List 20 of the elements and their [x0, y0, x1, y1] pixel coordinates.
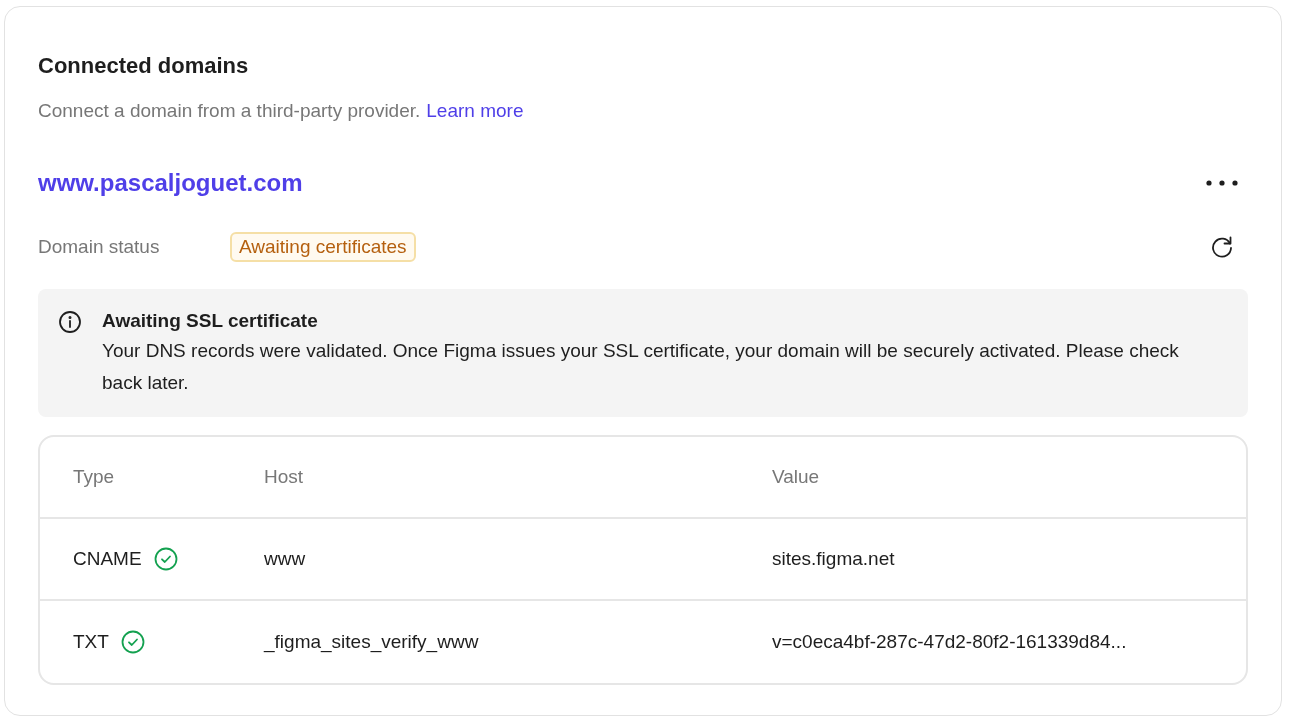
record-value: v=c0eca4bf-287c-47d2-80f2-161339d84...: [772, 630, 1127, 652]
column-header: Host: [264, 465, 304, 487]
info-icon: [58, 310, 82, 334]
alert-message: Your DNS records were validated. Once Figma issues your SSL certificate, your domain will be securely activated. Please check back later.: [102, 339, 1180, 395]
column-header: Type: [73, 465, 115, 487]
record-type: TXT: [73, 629, 109, 654]
domain-link[interactable]: www.pascaljoguet.com: [38, 167, 303, 199]
alert-title: Awaiting SSL certificate: [102, 309, 319, 333]
learn-more-link[interactable]: Learn more: [426, 97, 524, 125]
section-title: Connected domains: [38, 52, 250, 80]
record-host: _figma_sites_verify_www: [264, 630, 479, 652]
column-header: Value: [772, 465, 820, 487]
status-label: Domain status: [38, 234, 161, 259]
description: Connect a domain from a third-party provider.: [38, 99, 421, 123]
refresh-icon: [1209, 234, 1235, 260]
record-value: sites.figma.net: [772, 547, 895, 569]
record-host: www: [264, 547, 306, 569]
record-type: CNAME: [73, 546, 142, 571]
status-badge: Awaiting certificates: [230, 232, 416, 262]
more-icon: [1206, 180, 1238, 186]
